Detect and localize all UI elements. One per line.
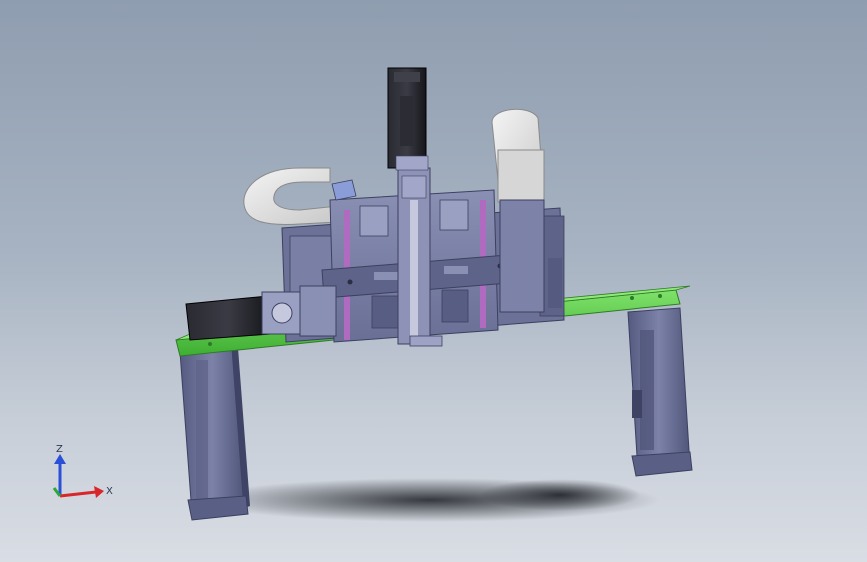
right-support-column[interactable] xyxy=(627,307,693,477)
x-axis-label: X xyxy=(106,486,113,497)
cad-model-view[interactable] xyxy=(0,0,867,562)
sensor-block[interactable] xyxy=(331,179,357,201)
z-axis-label: Z xyxy=(56,444,63,455)
coordinate-triad: Z X xyxy=(52,444,113,498)
right-cable-chain[interactable] xyxy=(491,108,545,203)
x-axis-servo-motor[interactable] xyxy=(185,285,337,341)
graphics-viewport[interactable]: Z X xyxy=(0,0,867,562)
z-axis-servo-motor[interactable] xyxy=(387,67,429,171)
floor-shadow xyxy=(200,478,660,522)
left-support-column[interactable] xyxy=(179,347,250,521)
x-axis-arrow xyxy=(59,486,104,498)
left-cable-chain[interactable] xyxy=(243,167,339,225)
